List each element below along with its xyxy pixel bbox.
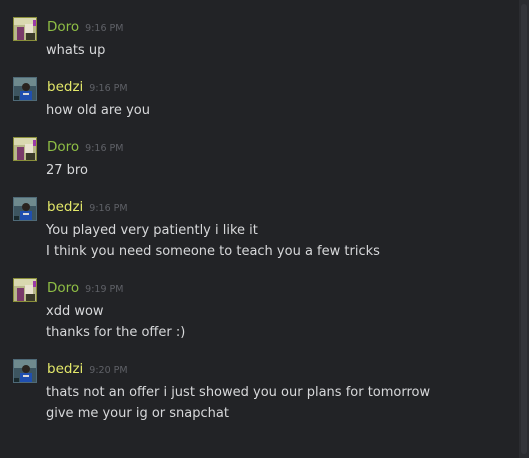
scrollbar-thumb[interactable] bbox=[521, 4, 527, 454]
message-line: xdd wow bbox=[46, 304, 104, 319]
author-name[interactable]: Doro bbox=[47, 19, 79, 35]
timestamp: 9:16 PM bbox=[89, 203, 128, 214]
message-header: Doro 9:16 PM bbox=[47, 137, 123, 155]
message-line: 27 bro bbox=[46, 163, 88, 178]
author-name[interactable]: bedzi bbox=[47, 79, 83, 95]
message-line: whats up bbox=[46, 43, 106, 58]
doro-avatar-icon[interactable] bbox=[13, 17, 37, 41]
message-line: give me your ig or snapchat bbox=[46, 406, 229, 421]
message-header: Doro 9:19 PM bbox=[47, 278, 123, 296]
timestamp: 9:16 PM bbox=[89, 83, 128, 94]
timestamp: 9:16 PM bbox=[85, 23, 124, 34]
author-name[interactable]: Doro bbox=[47, 139, 79, 155]
doro-avatar-icon[interactable] bbox=[13, 278, 37, 302]
timestamp: 9:20 PM bbox=[89, 365, 128, 376]
message-header: bedzi 9:16 PM bbox=[47, 197, 128, 215]
message-body: whats up bbox=[46, 40, 515, 61]
timestamp: 9:16 PM bbox=[85, 143, 124, 154]
message-header: bedzi 9:16 PM bbox=[47, 77, 128, 95]
message-header: bedzi 9:20 PM bbox=[47, 359, 128, 377]
author-name[interactable]: Doro bbox=[47, 280, 79, 296]
message-body: You played very patiently i like it I th… bbox=[46, 220, 515, 262]
message-header: Doro 9:16 PM bbox=[47, 17, 123, 35]
scrollbar[interactable] bbox=[519, 0, 529, 458]
message-line: You played very patiently i like it bbox=[46, 223, 258, 238]
message-body: 27 bro bbox=[46, 160, 515, 181]
message-line: I think you need someone to teach you a … bbox=[46, 244, 380, 259]
bedzi-avatar-icon[interactable] bbox=[13, 197, 37, 221]
message-body: xdd wow thanks for the offer :) bbox=[46, 301, 515, 343]
bedzi-avatar-icon[interactable] bbox=[13, 77, 37, 101]
author-name[interactable]: bedzi bbox=[47, 361, 83, 377]
author-name[interactable]: bedzi bbox=[47, 199, 83, 215]
bedzi-avatar-icon[interactable] bbox=[13, 359, 37, 383]
chat-log: Doro 9:16 PM whats up bedzi 9:16 PM how ol… bbox=[0, 0, 519, 458]
message-line: how old are you bbox=[46, 103, 150, 118]
timestamp: 9:19 PM bbox=[85, 284, 124, 295]
message-body: thats not an offer i just showed you our… bbox=[46, 382, 515, 424]
message-line: thanks for the offer :) bbox=[46, 325, 186, 340]
doro-avatar-icon[interactable] bbox=[13, 137, 37, 161]
message-line: thats not an offer i just showed you our… bbox=[46, 385, 431, 400]
message-body: how old are you bbox=[46, 100, 515, 121]
